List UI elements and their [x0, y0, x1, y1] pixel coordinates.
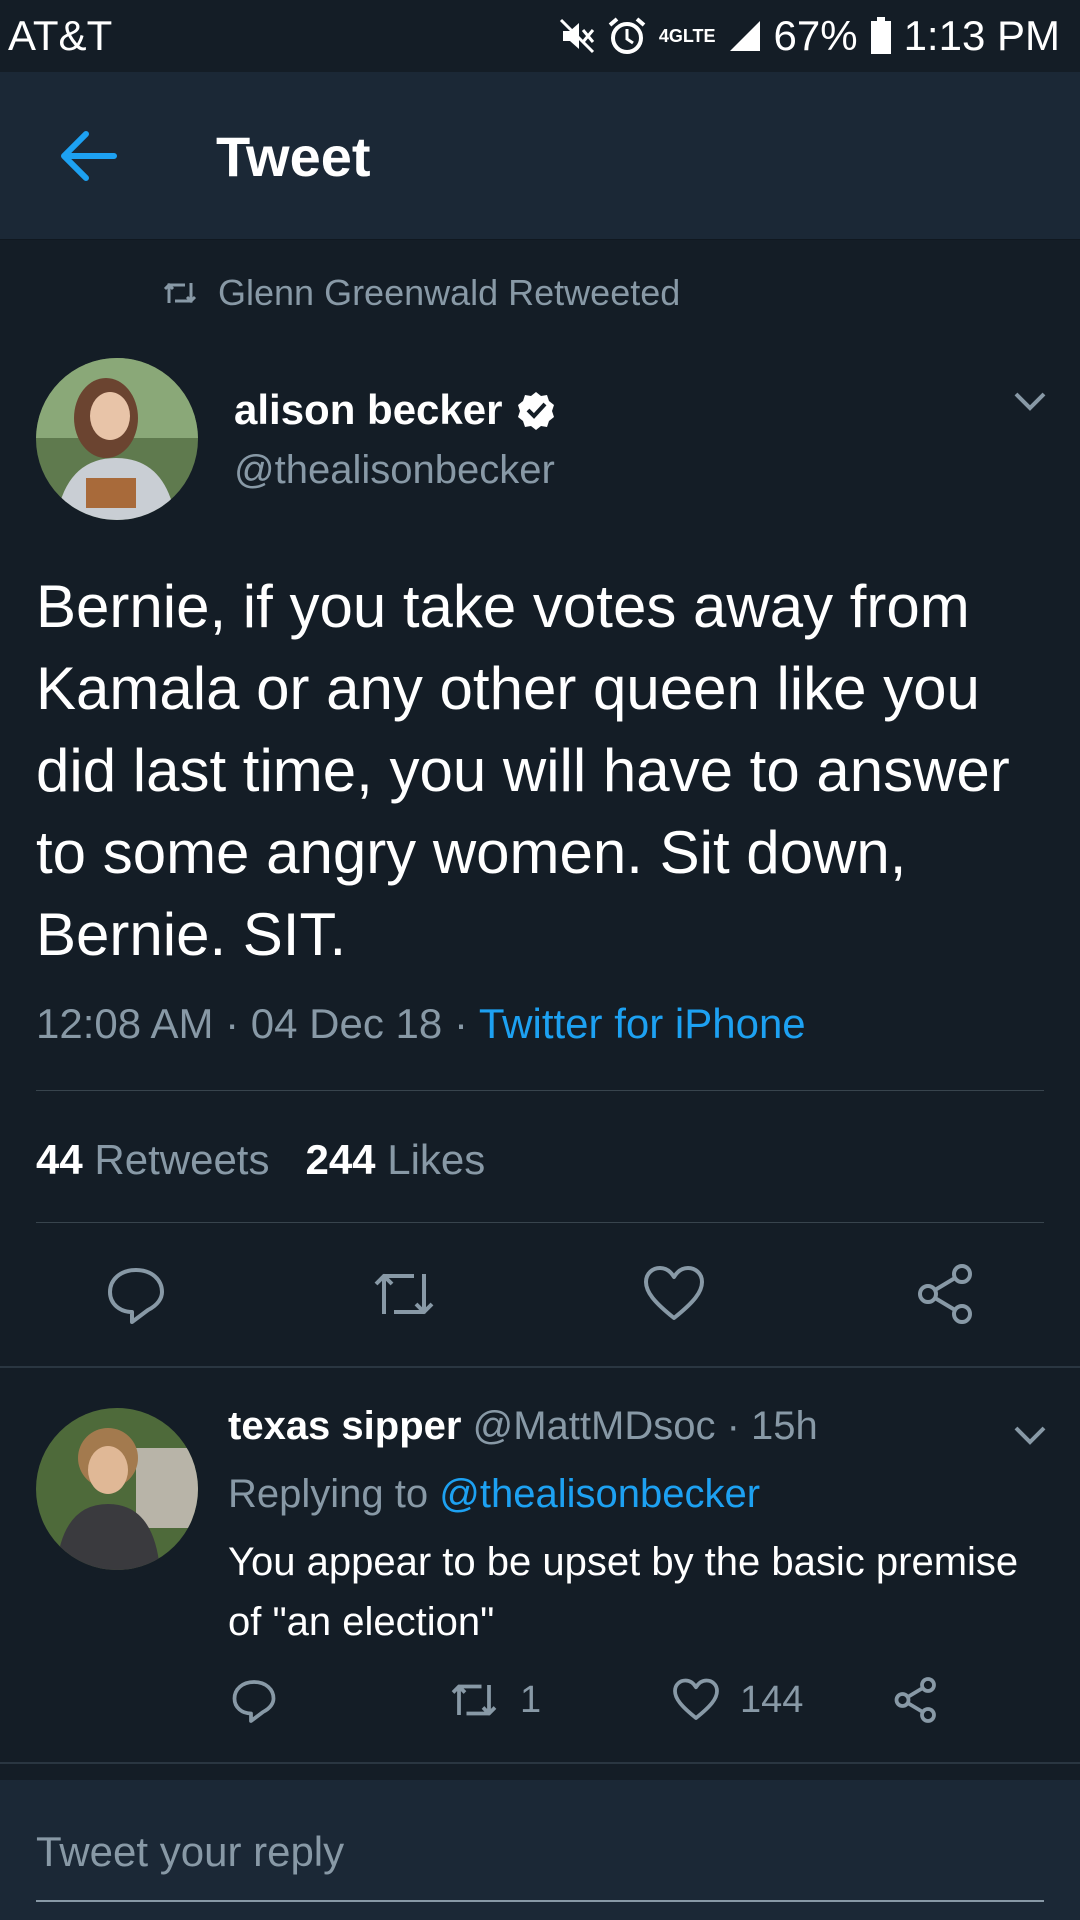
tweet-source-link[interactable]: Twitter for iPhone [479, 1000, 806, 1047]
author-avatar[interactable] [36, 358, 198, 520]
carrier-label: AT&T [8, 12, 113, 59]
reply-retweet-count: 1 [520, 1678, 542, 1721]
verified-badge-icon [518, 392, 555, 430]
heart-icon [644, 1266, 704, 1320]
divider [36, 1090, 1044, 1091]
likes-count: 244 [305, 1136, 376, 1183]
reply-menu-button[interactable] [1010, 1420, 1050, 1450]
network-type-label: 4G [658, 26, 683, 46]
retweeted-by[interactable]: Glenn Greenwald Retweeted [162, 272, 680, 314]
network-sub-label: LTE [682, 26, 716, 46]
battery-percent: 67% [773, 12, 858, 59]
reply-reply-button[interactable] [230, 1676, 278, 1724]
battery-icon [870, 17, 892, 55]
reply-action-bar: 1 144 [0, 1676, 1080, 1732]
like-button[interactable] [642, 1262, 706, 1326]
replying-to-label: Replying to [228, 1472, 429, 1516]
author-name: alison becker [234, 386, 503, 433]
likes-label: Likes [387, 1136, 486, 1183]
reply-text: You appear to be upset by the basic prem… [228, 1540, 1019, 1644]
tweet-time: 12:08 AM [36, 1000, 214, 1047]
clock: 1:13 PM [903, 12, 1060, 59]
reply-like-count: 144 [740, 1678, 804, 1721]
back-button[interactable] [58, 130, 118, 182]
signal-icon [728, 19, 762, 53]
tweet-date: 04 Dec 18 [250, 1000, 443, 1047]
reply-icon [108, 1268, 164, 1324]
tweet-menu-button[interactable] [1010, 386, 1050, 416]
reply-retweet-button[interactable]: 1 [448, 1676, 541, 1724]
meta-separator: · [225, 1000, 251, 1047]
retweet-icon [451, 1684, 497, 1716]
reply-author-handle: @MattMDsoc [472, 1404, 716, 1448]
mute-icon [559, 18, 595, 54]
app-bar: Tweet [0, 72, 1080, 240]
retweets-count: 44 [36, 1136, 83, 1183]
share-icon [918, 1264, 972, 1324]
tweet-meta: 12:08 AM · 04 Dec 18 · Twitter for iPhon… [36, 1000, 806, 1048]
reply-share-button[interactable] [892, 1676, 940, 1724]
divider [0, 1366, 1080, 1368]
reply-input-underline [36, 1900, 1044, 1902]
reply-author-name: texas sipper [228, 1404, 462, 1448]
heart-icon [673, 1678, 719, 1720]
reply-icon [232, 1680, 276, 1723]
alarm-icon [607, 16, 647, 56]
status-bar: AT&T 4G LTE 67% 1:13 PM [0, 0, 1080, 72]
retweet-icon [374, 1274, 434, 1314]
retweet-button[interactable] [370, 1262, 434, 1326]
retweeted-by-label: Glenn Greenwald Retweeted [218, 272, 681, 313]
status-icons: 4G LTE 67% 1:13 PM [559, 12, 1060, 60]
chevron-down-icon [1014, 392, 1046, 411]
retweet-icon [163, 282, 197, 304]
share-button[interactable] [914, 1262, 978, 1326]
retweets-label: Retweets [94, 1136, 270, 1183]
reply-like-button[interactable]: 144 [672, 1676, 803, 1724]
arrow-left-icon [61, 131, 117, 181]
engagement-counts: 44 Retweets 244 Likes [36, 1136, 485, 1184]
reply-header[interactable]: texas sipper @MattMDsoc · 15h [228, 1404, 818, 1449]
network-type-icon: 4G LTE [658, 26, 716, 46]
meta-separator: · [453, 1000, 479, 1047]
author-name-row[interactable]: alison becker [234, 386, 556, 434]
reply-input[interactable] [36, 1820, 1044, 1884]
retweets-count-link[interactable]: 44 Retweets [36, 1136, 269, 1184]
divider [0, 1762, 1080, 1764]
reply-button[interactable] [104, 1262, 168, 1326]
tweet-text: Bernie, if you take votes away from Kama… [36, 573, 1010, 968]
reply-author-avatar[interactable] [36, 1408, 198, 1570]
author-handle[interactable]: @thealisonbecker [234, 448, 555, 493]
compose-bar [0, 1780, 1080, 1920]
chevron-down-icon [1014, 1426, 1046, 1445]
tweet-action-bar [0, 1262, 1080, 1332]
meta-separator: · [726, 1404, 752, 1448]
divider [36, 1222, 1044, 1223]
likes-count-link[interactable]: 244 Likes [305, 1136, 485, 1184]
replying-to-mention[interactable]: @thealisonbecker [439, 1472, 760, 1516]
reply-age: 15h [751, 1404, 818, 1448]
share-icon [894, 1677, 936, 1723]
replying-to: Replying to @thealisonbecker [228, 1472, 760, 1517]
page-title: Tweet [216, 125, 371, 188]
